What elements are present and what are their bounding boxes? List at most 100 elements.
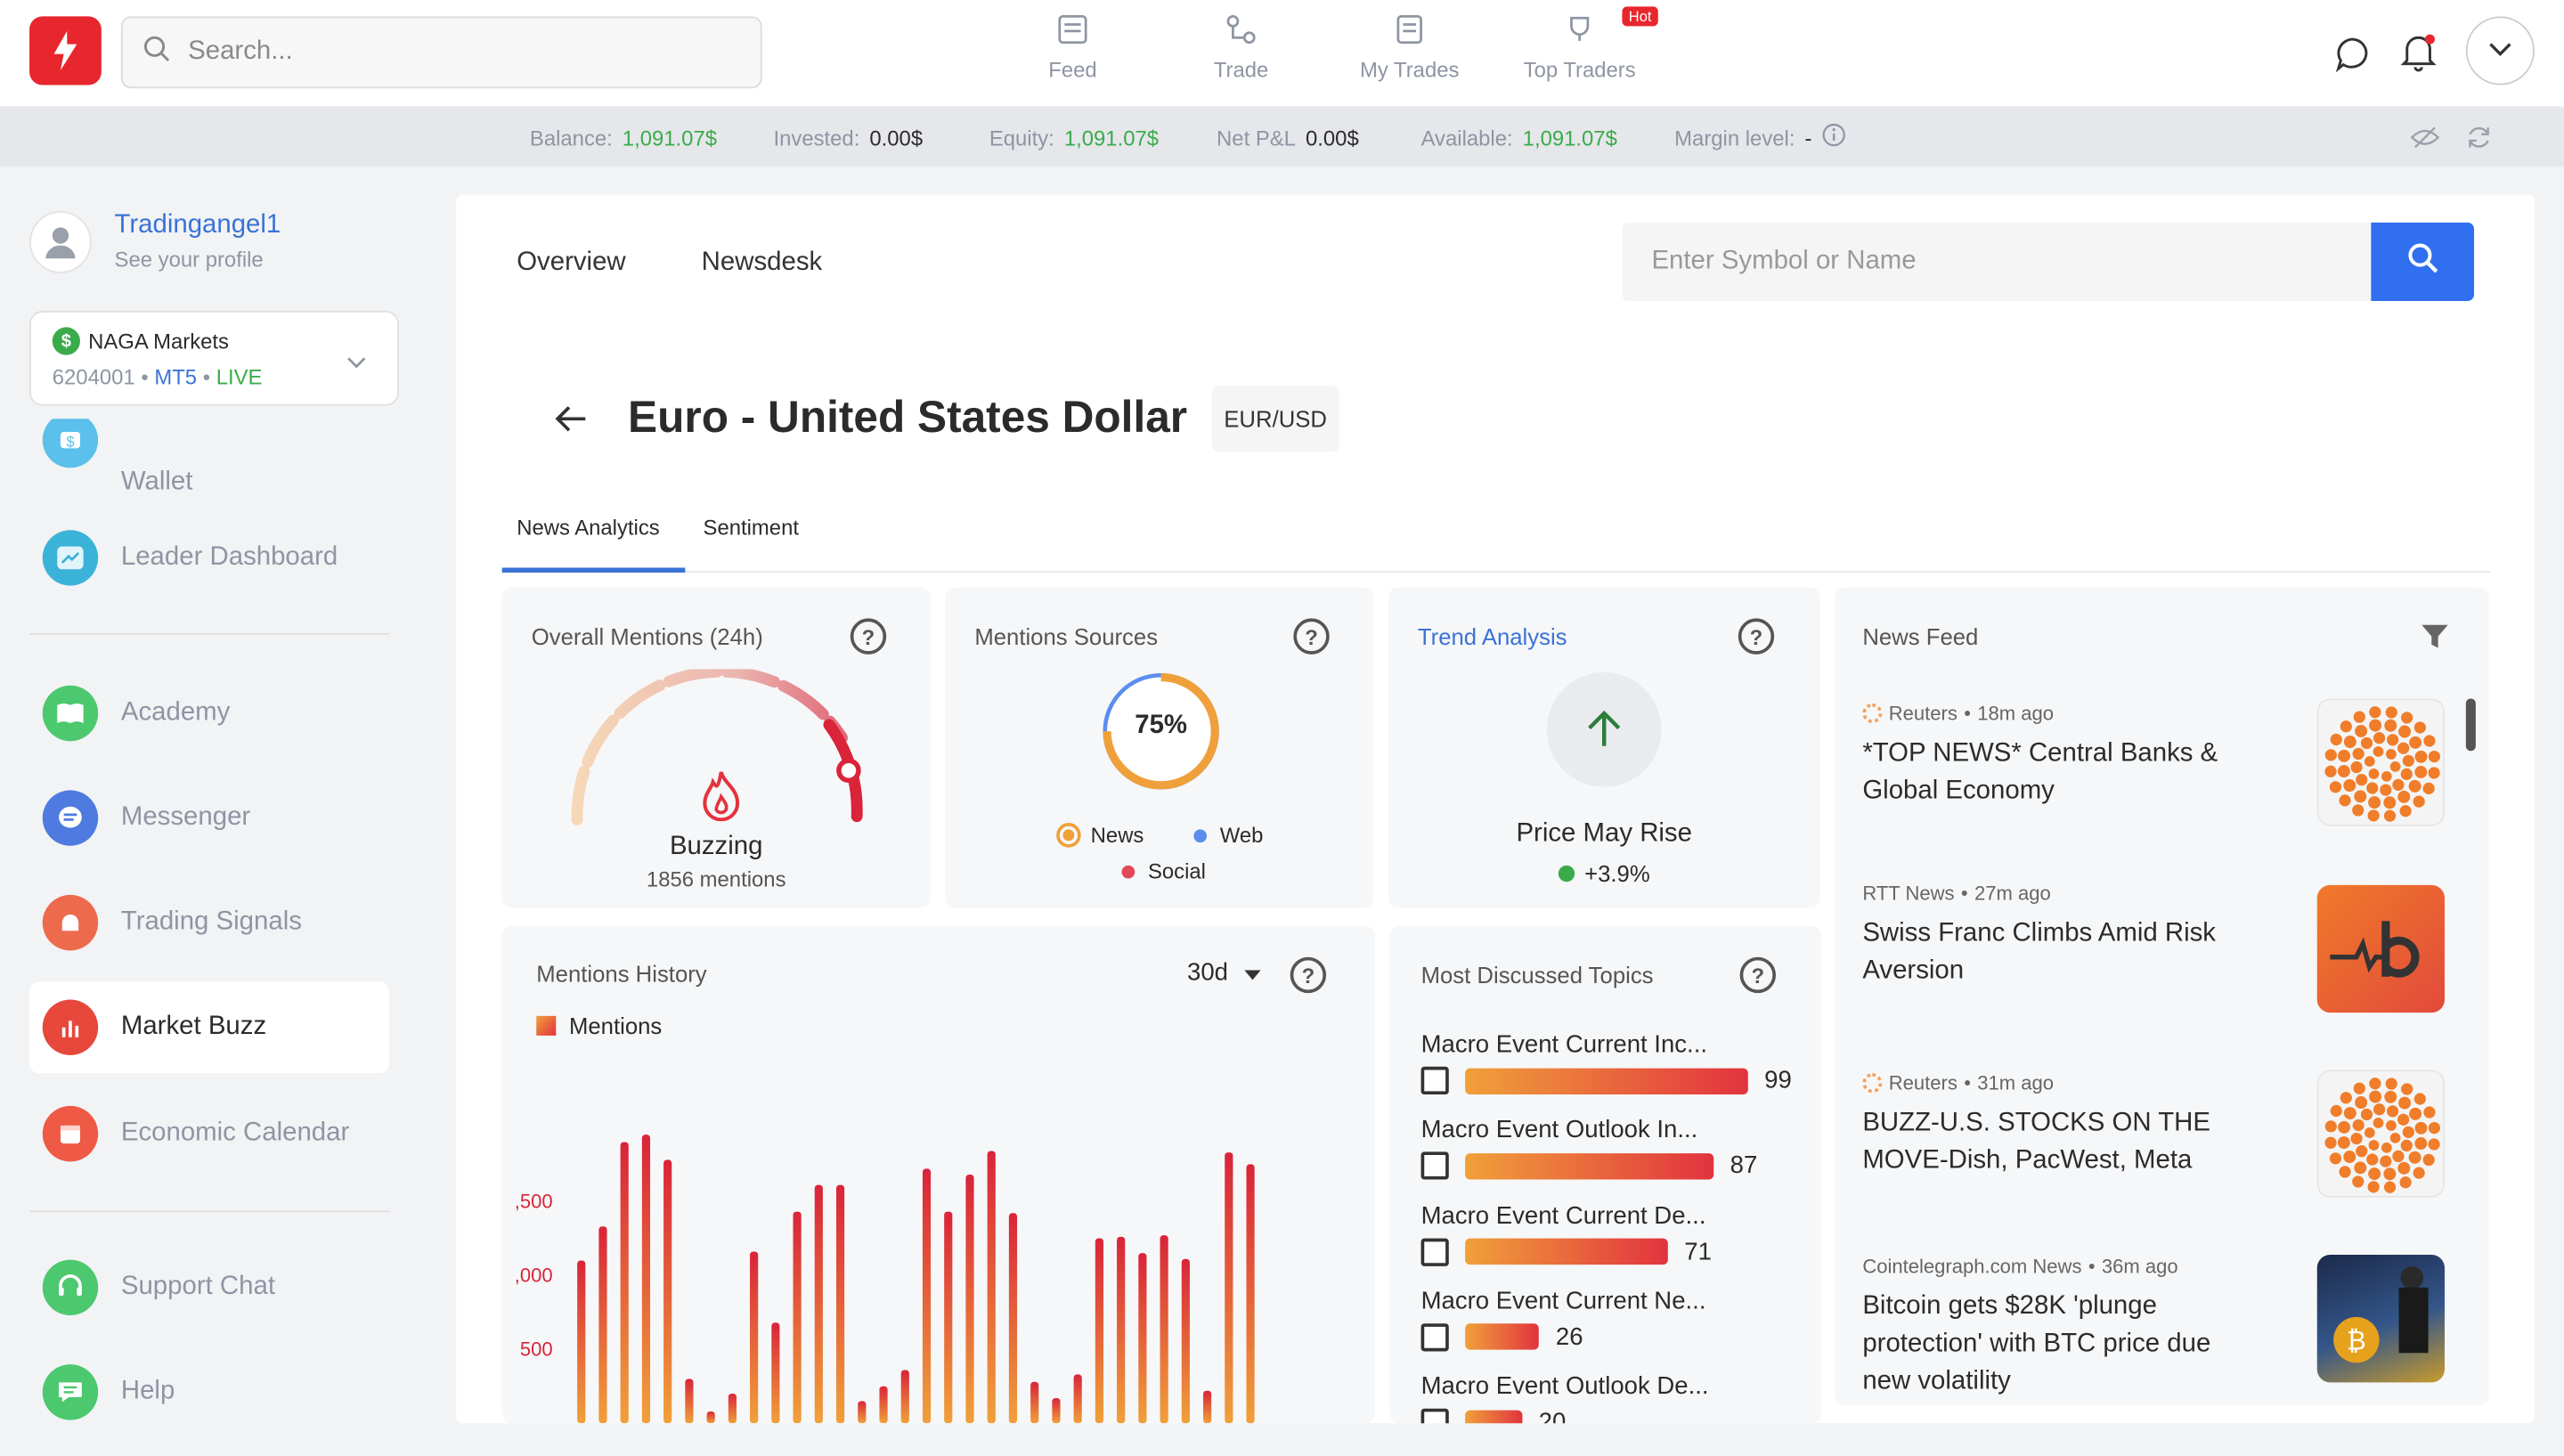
card-title[interactable]: Trend Analysis — [1418, 623, 1567, 649]
topic-checkbox[interactable] — [1420, 1409, 1449, 1424]
chart-bar[interactable] — [900, 1370, 909, 1424]
account-name: NAGA Markets — [88, 329, 229, 354]
chart-bar[interactable] — [987, 1151, 996, 1424]
nav-top-traders[interactable]: Hot Top Traders — [1514, 6, 1658, 95]
chart-bar[interactable] — [965, 1175, 974, 1424]
filter-icon[interactable] — [2420, 623, 2449, 659]
chart-bar[interactable] — [793, 1211, 802, 1424]
help-question-icon[interactable]: ? — [1290, 956, 1327, 994]
feed-scrollbar[interactable] — [2465, 698, 2476, 752]
topic-checkbox[interactable] — [1420, 1066, 1449, 1095]
nav-trade[interactable]: Trade — [1202, 13, 1281, 95]
chart-bar[interactable] — [1052, 1398, 1061, 1424]
chart-bar[interactable] — [728, 1394, 737, 1424]
info-icon[interactable] — [1822, 123, 1847, 152]
reuters-dot — [2353, 1082, 2365, 1094]
account-menu-button[interactable] — [2465, 16, 2535, 85]
help-question-icon[interactable]: ? — [1739, 956, 1777, 994]
sidebar-item-support-chat[interactable]: Support Chat — [29, 1241, 389, 1333]
tab-newsdesk[interactable]: Newsdesk — [702, 248, 823, 278]
chart-bar[interactable] — [1246, 1164, 1255, 1424]
sidebar-item-academy[interactable]: Academy — [29, 668, 389, 760]
sidebar-item-wallet[interactable]: $ Wallet — [29, 412, 389, 504]
reuters-dot — [2369, 1090, 2382, 1103]
reuters-dot — [2400, 1139, 2413, 1152]
chart-bar[interactable] — [1008, 1213, 1018, 1424]
chart-bar[interactable] — [1225, 1152, 1233, 1424]
reuters-dot — [2324, 765, 2337, 777]
help-question-icon[interactable]: ? — [1293, 618, 1330, 655]
range-select[interactable]: 30d — [1187, 959, 1261, 987]
avatar[interactable] — [29, 210, 92, 273]
reuters-dot — [2385, 1078, 2397, 1090]
overall-mentions-card: Overall Mentions (24h) ? Buzzing 1856 me… — [501, 587, 931, 908]
chart-bar[interactable] — [1073, 1374, 1082, 1424]
chart-bar[interactable] — [879, 1386, 888, 1424]
reuters-dot — [2369, 1078, 2381, 1090]
chart-bar[interactable] — [944, 1211, 953, 1424]
reuters-dot — [2373, 1103, 2386, 1116]
refresh-icon[interactable] — [2466, 125, 2492, 156]
positive-dot — [1558, 865, 1575, 883]
sidebar-item-market-buzz[interactable]: Market Buzz — [29, 981, 389, 1074]
notifications-icon[interactable] — [2397, 31, 2440, 74]
reuters-dot — [2339, 1166, 2351, 1178]
account-status: LIVE — [216, 364, 263, 390]
dollar-icon: $ — [52, 327, 80, 355]
chart-bar[interactable] — [858, 1401, 867, 1424]
profile-link[interactable]: See your profile — [115, 247, 264, 272]
sidebar-item-economic-calendar[interactable]: Economic Calendar — [29, 1088, 389, 1180]
topic-checkbox[interactable] — [1420, 1237, 1449, 1266]
chart-bar[interactable] — [598, 1226, 607, 1424]
reuters-dot — [2387, 1105, 2399, 1118]
chart-bar[interactable] — [1095, 1238, 1104, 1424]
hide-balance-icon[interactable] — [2410, 125, 2440, 156]
profile-name[interactable]: Tradingangel1 — [115, 211, 281, 240]
sidebar-item-messenger[interactable]: Messenger — [29, 772, 389, 864]
chart-bar[interactable] — [750, 1251, 759, 1424]
topic-name: Macro Event Current De... — [1420, 1201, 1706, 1230]
symbol-search-input[interactable]: Enter Symbol or Name — [1622, 222, 2372, 302]
legend-label: Web — [1219, 823, 1264, 848]
sidebar-item-trading-signals[interactable]: Trading Signals — [29, 877, 389, 969]
naga-logo[interactable] — [29, 16, 102, 85]
chart-bar[interactable] — [641, 1135, 651, 1424]
trend-analysis-card: Trend Analysis ? Price May Rise +3.9% — [1388, 587, 1820, 908]
account-number: 6204001 — [52, 364, 135, 390]
topic-bar — [1465, 1410, 1523, 1424]
tab-overview[interactable]: Overview — [517, 248, 625, 278]
chart-bar[interactable] — [706, 1411, 715, 1424]
symbol-search-button[interactable] — [2371, 222, 2475, 302]
back-arrow-icon[interactable] — [553, 404, 589, 442]
chart-bar[interactable] — [1117, 1236, 1126, 1424]
chart-bar[interactable] — [1203, 1390, 1212, 1424]
chat-icon[interactable] — [2332, 33, 2374, 76]
help-question-icon[interactable]: ? — [850, 618, 887, 655]
chart-bar[interactable] — [835, 1184, 845, 1424]
chart-bar[interactable] — [620, 1142, 629, 1424]
chart-bar[interactable] — [577, 1260, 586, 1424]
account-selector[interactable]: $ NAGA Markets 6204001 • MT5 • LIVE — [29, 311, 400, 406]
chart-bar[interactable] — [1160, 1235, 1168, 1424]
nav-my-trades[interactable]: My Trades — [1351, 13, 1469, 95]
chart-bar[interactable] — [663, 1159, 672, 1424]
subtab-sentiment[interactable]: Sentiment — [704, 516, 799, 541]
sidebar-item-leader-dashboard[interactable]: Leader Dashboard — [29, 512, 389, 604]
chart-bar[interactable] — [1138, 1253, 1147, 1424]
chart-bar[interactable] — [922, 1168, 932, 1424]
topic-checkbox[interactable] — [1420, 1151, 1449, 1181]
global-search[interactable]: Search... — [120, 16, 762, 89]
nav-feed[interactable]: Feed — [1030, 13, 1115, 95]
reuters-dot — [2383, 1167, 2397, 1181]
topic-checkbox[interactable] — [1420, 1323, 1449, 1352]
chart-bar[interactable] — [1181, 1258, 1190, 1424]
sidebar-item-help[interactable]: Help — [29, 1346, 389, 1438]
chart-bar[interactable] — [771, 1322, 780, 1424]
subtab-news-analytics[interactable]: News Analytics — [517, 516, 660, 541]
chart-bar[interactable] — [1030, 1381, 1039, 1424]
chart-bar[interactable] — [685, 1379, 694, 1424]
chart-bar[interactable] — [814, 1184, 823, 1424]
topic-value: 71 — [1684, 1237, 1712, 1266]
help-question-icon[interactable]: ? — [1738, 618, 1775, 655]
reuters-dot — [2367, 1181, 2380, 1193]
